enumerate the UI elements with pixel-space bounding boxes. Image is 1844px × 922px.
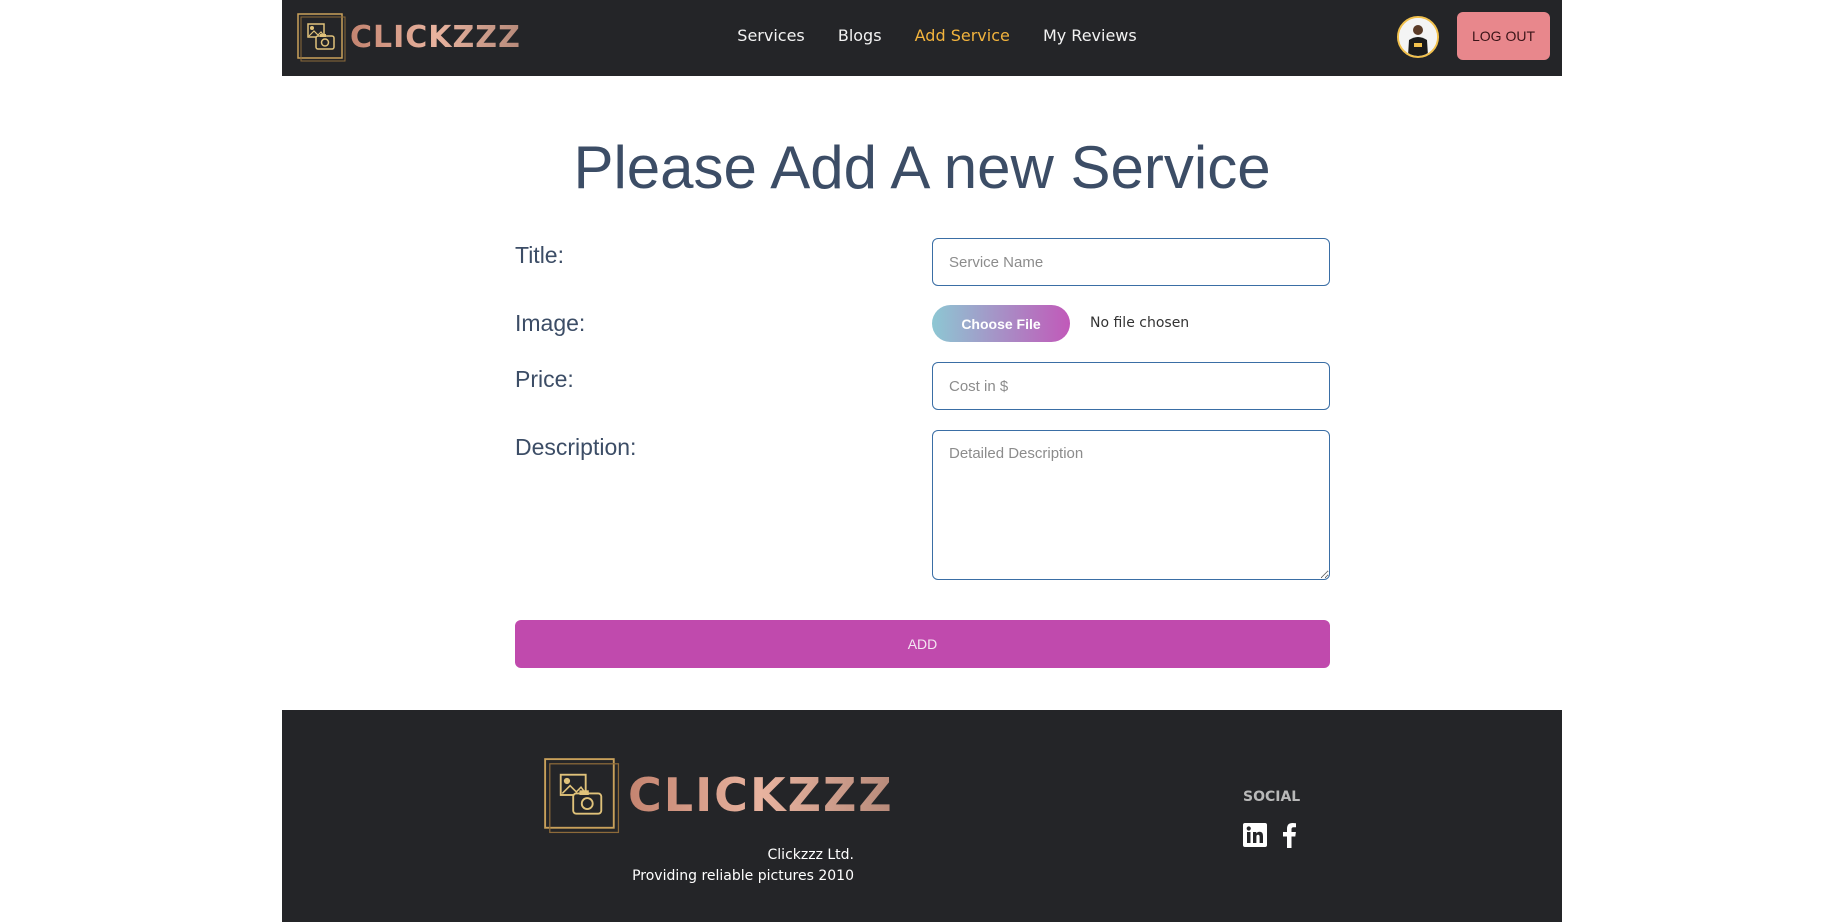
title-label: Title: bbox=[515, 242, 564, 268]
price-input[interactable] bbox=[932, 362, 1330, 410]
social-heading: SOCIAL bbox=[1243, 789, 1301, 805]
linkedin-icon[interactable] bbox=[1243, 823, 1267, 851]
nav-link-my-reviews[interactable]: My Reviews bbox=[1043, 26, 1137, 45]
file-status-text: No file chosen bbox=[1090, 315, 1190, 331]
nav-link-blogs[interactable]: Blogs bbox=[838, 26, 882, 45]
page-frame: CLICKZZZ Services Blogs Add Service My R… bbox=[282, 0, 1562, 922]
logout-button[interactable]: LOG OUT bbox=[1457, 12, 1550, 60]
nav-link-services[interactable]: Services bbox=[737, 26, 804, 45]
image-label: Image: bbox=[515, 310, 586, 336]
choose-file-button[interactable]: Choose File bbox=[932, 305, 1070, 342]
person-icon bbox=[1399, 18, 1437, 56]
footer: CLICKZZZ Clickzzz Ltd. Providing reliabl… bbox=[282, 710, 1562, 922]
add-service-button[interactable]: ADD bbox=[515, 620, 1330, 668]
nav-menu: Services Blogs Add Service My Reviews bbox=[282, 26, 1562, 45]
footer-company-info: Clickzzz Ltd. Providing reliable picture… bbox=[582, 845, 854, 887]
nav-link-add-service[interactable]: Add Service bbox=[915, 26, 1010, 45]
footer-logo-icon bbox=[542, 756, 620, 834]
navbar: CLICKZZZ Services Blogs Add Service My R… bbox=[282, 0, 1562, 76]
user-avatar[interactable] bbox=[1397, 16, 1439, 58]
service-title-input[interactable] bbox=[932, 238, 1330, 286]
price-label: Price: bbox=[515, 366, 574, 392]
social-links bbox=[1243, 822, 1297, 852]
description-textarea[interactable] bbox=[932, 430, 1330, 580]
facebook-icon[interactable] bbox=[1281, 822, 1297, 852]
footer-brand-logo: CLICKZZZ bbox=[542, 756, 894, 834]
page-title: Please Add A new Service bbox=[573, 134, 1271, 201]
footer-brand-name: CLICKZZZ bbox=[628, 768, 894, 822]
company-tagline: Providing reliable pictures 2010 bbox=[632, 868, 854, 884]
description-label: Description: bbox=[515, 434, 637, 460]
company-name: Clickzzz Ltd. bbox=[767, 847, 854, 863]
